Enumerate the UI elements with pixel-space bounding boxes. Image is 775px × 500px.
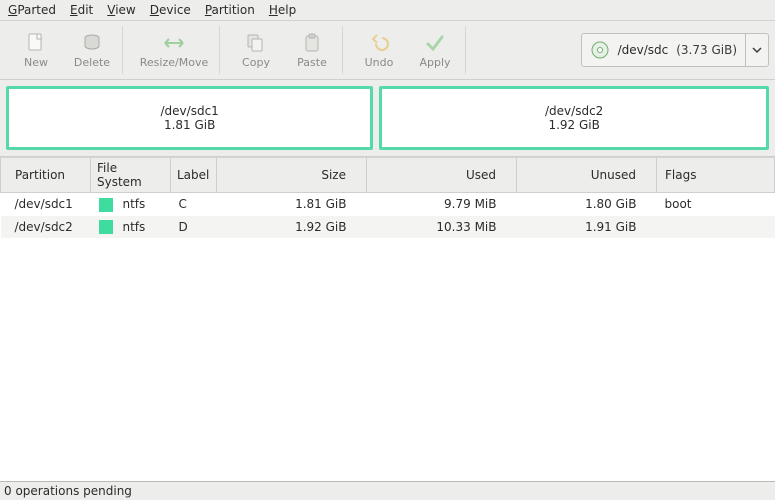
partition-table-wrap: Partition File System Label Size Used Un… bbox=[0, 157, 775, 481]
fs-swatch bbox=[99, 198, 113, 212]
chevron-down-icon bbox=[752, 45, 762, 55]
cell-used: 9.79 MiB bbox=[367, 193, 517, 216]
apply-label: Apply bbox=[419, 56, 450, 69]
col-unused[interactable]: Unused bbox=[517, 158, 657, 193]
resize-button[interactable]: Resize/Move bbox=[135, 26, 213, 74]
partition-block-name: /dev/sdc1 bbox=[161, 104, 219, 118]
table-row[interactable]: /dev/sdc1ntfsC1.81 GiB9.79 MiB1.80 GiBbo… bbox=[1, 193, 775, 216]
col-label[interactable]: Label bbox=[171, 158, 217, 193]
menu-view[interactable]: View bbox=[107, 3, 135, 17]
paste-button[interactable]: Paste bbox=[288, 26, 336, 74]
cell-label: D bbox=[171, 216, 217, 239]
statusbar: 0 operations pending bbox=[0, 481, 775, 500]
cell-partition: /dev/sdc2 bbox=[1, 216, 91, 239]
partition-table: Partition File System Label Size Used Un… bbox=[0, 158, 775, 238]
col-flags[interactable]: Flags bbox=[657, 158, 775, 193]
device-name: /dev/sdc bbox=[618, 43, 669, 57]
device-dropdown[interactable] bbox=[745, 34, 762, 66]
toolbar: New Delete Resize/Move Copy Paste Undo A… bbox=[0, 21, 775, 80]
cell-flags: boot bbox=[657, 193, 775, 216]
apply-icon bbox=[424, 32, 446, 54]
col-filesystem[interactable]: File System bbox=[91, 158, 171, 193]
paste-label: Paste bbox=[297, 56, 327, 69]
delete-icon bbox=[81, 32, 103, 54]
copy-button[interactable]: Copy bbox=[232, 26, 280, 74]
undo-button[interactable]: Undo bbox=[355, 26, 403, 74]
new-label: New bbox=[24, 56, 48, 69]
cell-partition: /dev/sdc1 bbox=[1, 193, 91, 216]
cell-unused: 1.91 GiB bbox=[517, 216, 657, 239]
device-selector[interactable]: /dev/sdc (3.73 GiB) bbox=[581, 33, 769, 67]
col-size[interactable]: Size bbox=[217, 158, 367, 193]
table-row[interactable]: /dev/sdc2ntfsD1.92 GiB10.33 MiB1.91 GiB bbox=[1, 216, 775, 239]
cell-unused: 1.80 GiB bbox=[517, 193, 657, 216]
menu-help[interactable]: Help bbox=[269, 3, 296, 17]
delete-button[interactable]: Delete bbox=[68, 26, 116, 74]
copy-icon bbox=[245, 32, 267, 54]
partition-block-name: /dev/sdc2 bbox=[545, 104, 603, 118]
new-button[interactable]: New bbox=[12, 26, 60, 74]
col-partition[interactable]: Partition bbox=[1, 158, 91, 193]
copy-label: Copy bbox=[242, 56, 270, 69]
col-used[interactable]: Used bbox=[367, 158, 517, 193]
partition-block[interactable]: /dev/sdc11.81 GiB bbox=[6, 86, 373, 150]
cell-label: C bbox=[171, 193, 217, 216]
partition-map: /dev/sdc11.81 GiB/dev/sdc21.92 GiB bbox=[0, 80, 775, 157]
cell-size: 1.92 GiB bbox=[217, 216, 367, 239]
menu-device[interactable]: Device bbox=[150, 3, 191, 17]
new-icon bbox=[25, 32, 47, 54]
resize-icon bbox=[162, 32, 186, 54]
apply-button[interactable]: Apply bbox=[411, 26, 459, 74]
partition-block-size: 1.81 GiB bbox=[164, 118, 215, 132]
cell-filesystem: ntfs bbox=[91, 216, 171, 239]
undo-label: Undo bbox=[365, 56, 394, 69]
delete-label: Delete bbox=[74, 56, 110, 69]
menubar: GParted Edit View Device Partition Help bbox=[0, 0, 775, 21]
menu-gparted[interactable]: GParted bbox=[8, 3, 56, 17]
paste-icon bbox=[301, 32, 323, 54]
disk-icon bbox=[590, 40, 610, 60]
status-text: 0 operations pending bbox=[4, 484, 132, 498]
fs-swatch bbox=[99, 220, 113, 234]
cell-size: 1.81 GiB bbox=[217, 193, 367, 216]
device-size: (3.73 GiB) bbox=[676, 43, 737, 57]
cell-used: 10.33 MiB bbox=[367, 216, 517, 239]
partition-block-size: 1.92 GiB bbox=[548, 118, 599, 132]
cell-filesystem: ntfs bbox=[91, 193, 171, 216]
cell-flags bbox=[657, 216, 775, 239]
menu-partition[interactable]: Partition bbox=[205, 3, 255, 17]
resize-label: Resize/Move bbox=[140, 56, 208, 69]
menu-edit[interactable]: Edit bbox=[70, 3, 93, 17]
undo-icon bbox=[368, 32, 390, 54]
partition-block[interactable]: /dev/sdc21.92 GiB bbox=[379, 86, 769, 150]
